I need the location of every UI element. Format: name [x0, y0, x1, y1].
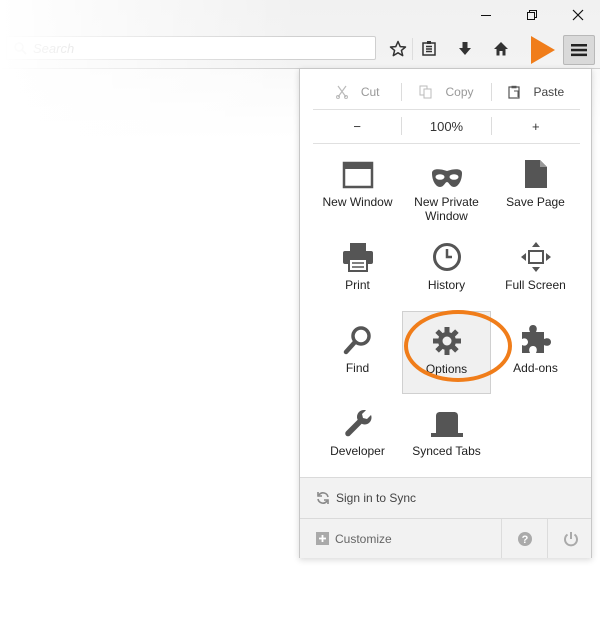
copy-label: Copy	[445, 85, 474, 99]
bookmark-button[interactable]	[383, 36, 413, 62]
tile-label: Full Screen	[505, 278, 566, 292]
magnifier-icon	[343, 326, 371, 355]
paste-label: Paste	[533, 85, 565, 99]
close-button[interactable]	[555, 2, 600, 28]
home-button[interactable]	[486, 36, 516, 62]
plus-box-icon	[316, 532, 329, 545]
power-icon	[564, 531, 578, 546]
tile-label: History	[427, 278, 466, 292]
clock-icon	[432, 243, 461, 271]
clipboard-icon	[508, 85, 521, 99]
tile-label: New Window	[322, 195, 393, 209]
puzzle-icon	[521, 325, 551, 353]
sync-icon	[316, 491, 330, 505]
tile-history[interactable]: History	[402, 228, 491, 311]
tile-label: Developer	[330, 444, 385, 458]
edit-controls: Cut Copy Paste	[313, 75, 580, 110]
fullscreen-icon	[520, 242, 551, 272]
scissors-icon	[335, 85, 348, 99]
printer-icon	[342, 243, 373, 272]
cut-button[interactable]: Cut	[313, 85, 401, 99]
highlight-ring	[404, 310, 512, 382]
save-page-icon	[524, 160, 547, 188]
home-icon	[494, 42, 508, 56]
bookmarks-list-icon	[422, 41, 436, 56]
zoom-reset-button[interactable]: 100%	[402, 119, 490, 134]
help-icon: ?	[518, 531, 532, 546]
wrench-icon	[344, 410, 371, 437]
download-arrow-icon	[459, 42, 471, 55]
paste-button[interactable]: Paste	[492, 85, 580, 99]
zoom-controls: − 100% +	[313, 109, 580, 144]
tile-label: New Private Window	[414, 195, 479, 223]
minimize-button[interactable]	[463, 2, 509, 28]
downloads-button[interactable]	[450, 36, 480, 62]
close-icon	[572, 9, 584, 21]
tile-synced-tabs[interactable]: Synced Tabs	[402, 394, 491, 477]
hamburger-icon	[571, 44, 587, 57]
copy-button[interactable]: Copy	[402, 85, 490, 99]
tile-print[interactable]: Print	[313, 228, 402, 311]
copy-icon	[419, 85, 432, 99]
open-menu-button[interactable]	[563, 35, 595, 65]
tile-full-screen[interactable]: Full Screen	[491, 228, 580, 311]
restore-icon	[527, 10, 537, 20]
tile-find[interactable]: Find	[313, 311, 402, 394]
star-icon	[389, 40, 407, 57]
sync-footer[interactable]: Sign in to Sync	[300, 477, 591, 518]
customize-button[interactable]: Customize	[316, 532, 392, 546]
bottom-footer: Customize ?	[300, 518, 591, 558]
sync-label: Sign in to Sync	[336, 491, 417, 505]
tile-label: Add-ons	[513, 361, 558, 375]
help-button[interactable]: ?	[501, 519, 548, 558]
minimize-icon	[481, 15, 491, 16]
tile-label: Print	[345, 278, 370, 292]
callout-arrow	[531, 36, 555, 64]
tile-developer[interactable]: Developer	[313, 394, 402, 477]
new-window-icon	[342, 161, 373, 189]
tile-label: Save Page	[506, 195, 565, 209]
cut-label: Cut	[360, 85, 380, 99]
zoom-out-button[interactable]: −	[313, 119, 401, 134]
zoom-in-button[interactable]: +	[492, 119, 580, 134]
tile-label: Find	[345, 361, 370, 375]
tile-new-private-window[interactable]: New Private Window	[402, 145, 491, 228]
restore-button[interactable]	[509, 2, 555, 28]
private-mask-icon	[431, 169, 462, 187]
tile-new-window[interactable]: New Window	[313, 145, 402, 228]
quit-button[interactable]	[547, 519, 594, 558]
tile-label: Synced Tabs	[412, 444, 481, 458]
tile-save-page[interactable]: Save Page	[491, 145, 580, 228]
synced-tabs-icon	[430, 412, 463, 437]
customize-label: Customize	[335, 531, 392, 546]
bookmarks-menu-button[interactable]	[414, 36, 444, 62]
svg-text:?: ?	[522, 534, 529, 546]
